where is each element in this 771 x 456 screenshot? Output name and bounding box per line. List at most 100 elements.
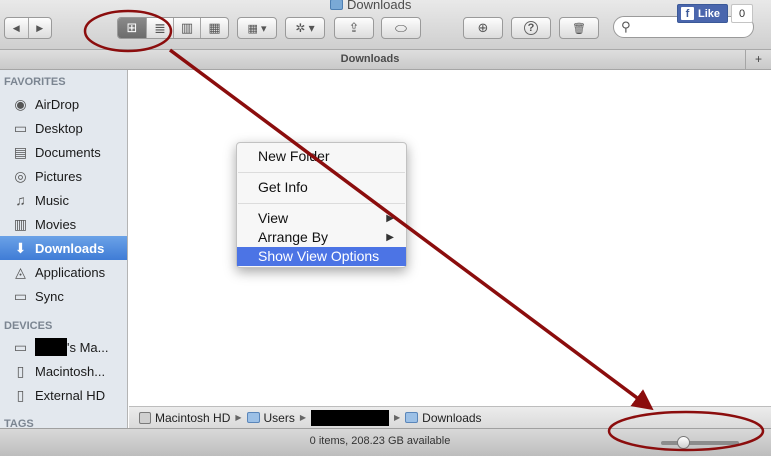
sidebar-item-label: Movies bbox=[35, 216, 77, 232]
facebook-like-label: Like bbox=[698, 7, 721, 20]
folder-icon bbox=[246, 412, 260, 423]
forward-button[interactable]: ▶ bbox=[29, 18, 52, 38]
movies-icon: ▥ bbox=[13, 215, 28, 232]
external-drive-icon: ▯ bbox=[16, 386, 25, 403]
sidebar-item-label: Pictures bbox=[35, 168, 82, 184]
path-segment-user-home[interactable] bbox=[311, 409, 390, 426]
sidebar-item-pictures[interactable]: ◎ Pictures bbox=[0, 164, 127, 188]
sidebar-item-desktop[interactable]: ▭ Desktop bbox=[0, 116, 127, 140]
tags-button[interactable]: ⬭ bbox=[381, 17, 421, 39]
back-arrow-icon: ◀ bbox=[12, 22, 20, 33]
folder-icon: ▭ bbox=[13, 287, 28, 304]
cover-flow-button[interactable]: ▦ bbox=[201, 18, 228, 38]
path-segment-downloads[interactable]: Downloads bbox=[405, 410, 482, 425]
sidebar-item-airdrop[interactable]: ◉ AirDrop bbox=[0, 92, 127, 116]
share-button[interactable]: ⇪ bbox=[334, 17, 374, 39]
plus-icon: + bbox=[754, 52, 762, 66]
back-forward-control: ◀ ▶ bbox=[4, 17, 52, 39]
sidebar-item-movies[interactable]: ▥ Movies bbox=[0, 212, 127, 236]
hard-drive-icon bbox=[139, 411, 151, 424]
columns-icon: ▥ bbox=[180, 20, 194, 35]
hard-drive-icon: ▯ bbox=[16, 362, 25, 379]
sidebar-item-label: Desktop bbox=[35, 120, 83, 136]
menu-item-view[interactable]: View ▶ bbox=[237, 209, 406, 228]
path-separator-icon: ▶ bbox=[235, 413, 242, 422]
action-button[interactable]: ✲ ▾ bbox=[285, 17, 325, 39]
icon-grid-icon: ⊞ bbox=[126, 20, 138, 35]
sidebar-item-label: Downloads bbox=[35, 240, 105, 256]
menu-item-arrange-by[interactable]: Arrange By ▶ bbox=[237, 228, 406, 247]
applications-icon: ◬ bbox=[15, 263, 26, 280]
device-name: 's Ma... bbox=[35, 338, 109, 356]
devices-heading: DEVICES bbox=[4, 320, 53, 332]
path-segment-label: Macintosh HD bbox=[155, 410, 231, 425]
arrange-button[interactable]: ▦ ▾ bbox=[237, 17, 277, 39]
facebook-like-button[interactable]: f Like bbox=[677, 4, 728, 23]
sidebar-item-label: AirDrop bbox=[35, 96, 80, 112]
toolbar: Downloads ◀ ▶ ⊞ ≣ ▥ ▦ ▦ ▾ ✲ ▾ ⇪ ⬭ ⊕ ? 🗑 … bbox=[0, 0, 771, 50]
submenu-arrow-icon: ▶ bbox=[386, 213, 394, 224]
path-segment-users[interactable]: Users bbox=[246, 411, 295, 425]
new-tab-button[interactable]: + bbox=[745, 50, 771, 69]
downloads-folder-icon bbox=[405, 412, 419, 423]
favorites-heading: FAVORITES bbox=[4, 76, 66, 88]
list-view-button[interactable]: ≣ bbox=[147, 18, 174, 38]
file-browser-content[interactable] bbox=[129, 71, 771, 406]
redacted-block bbox=[35, 338, 67, 356]
documents-icon: ▤ bbox=[13, 143, 28, 160]
icon-size-slider[interactable] bbox=[661, 436, 739, 449]
sidebar-item-downloads[interactable]: ⬇ Downloads bbox=[0, 236, 127, 260]
facebook-icon: f bbox=[681, 7, 694, 20]
sidebar-item-macintosh-hd[interactable]: ▯ Macintosh... bbox=[0, 359, 127, 383]
path-segment-macintosh-hd[interactable]: Macintosh HD bbox=[139, 411, 230, 425]
sidebar-item-applications[interactable]: ◬ Applications bbox=[0, 260, 127, 284]
menu-item-show-view-options[interactable]: Show View Options bbox=[237, 247, 406, 266]
menu-item-label: Show View Options bbox=[258, 248, 380, 264]
back-button[interactable]: ◀ bbox=[5, 18, 29, 38]
status-bar: 0 items, 208.23 GB available bbox=[0, 428, 771, 456]
finder-window: Downloads ◀ ▶ ⊞ ≣ ▥ ▦ ▦ ▾ ✲ ▾ ⇪ ⬭ ⊕ ? 🗑 … bbox=[0, 0, 771, 456]
sidebar-item-label: Applications bbox=[35, 264, 106, 280]
tag-icon: ⬭ bbox=[395, 19, 407, 36]
gear-icon: ✲ ▾ bbox=[295, 21, 315, 35]
music-icon: ♫ bbox=[15, 192, 26, 208]
menu-item-label: Arrange By bbox=[258, 229, 329, 245]
sidebar-item-label: Documents bbox=[35, 144, 101, 160]
menu-separator bbox=[238, 172, 405, 173]
path-separator-icon: ▶ bbox=[394, 413, 401, 422]
redacted-block bbox=[311, 409, 390, 426]
folder-title: Downloads bbox=[340, 53, 400, 65]
sidebar-item-music[interactable]: ♫ Music bbox=[0, 188, 127, 212]
pictures-icon: ◎ bbox=[14, 167, 27, 184]
slider-handle[interactable] bbox=[677, 436, 691, 449]
window-title: Downloads bbox=[330, 0, 411, 12]
tab-bar: Downloads + bbox=[0, 50, 771, 70]
new-folder-icon: ⊕ bbox=[477, 20, 489, 35]
sidebar-item-documents[interactable]: ▤ Documents bbox=[0, 140, 127, 164]
airdrop-icon: ◉ bbox=[14, 95, 27, 112]
downloads-icon: ⬇ bbox=[14, 239, 27, 256]
path-separator-icon: ▶ bbox=[299, 413, 307, 422]
trash-icon: 🗑 bbox=[572, 22, 586, 35]
sidebar-item-external-hd[interactable]: ▯ External HD bbox=[0, 383, 127, 407]
sidebar-item-label: Macintosh... bbox=[35, 363, 106, 379]
get-info-button[interactable]: ? bbox=[511, 17, 551, 39]
new-folder-button[interactable]: ⊕ bbox=[463, 17, 503, 39]
sidebar-item-label: External HD bbox=[35, 387, 106, 403]
column-view-button[interactable]: ▥ bbox=[174, 18, 201, 38]
sidebar-item-label: 's Ma... bbox=[67, 339, 109, 355]
sidebar-item-mac[interactable]: ▭ 's Ma... bbox=[0, 335, 127, 359]
sidebar-item-label: Sync bbox=[35, 288, 64, 304]
icon-view-button[interactable]: ⊞ bbox=[118, 18, 147, 38]
sidebar-item-sync[interactable]: ▭ Sync bbox=[0, 284, 127, 308]
menu-item-get-info[interactable]: Get Info bbox=[237, 178, 406, 197]
view-mode-control: ⊞ ≣ ▥ ▦ bbox=[117, 17, 229, 39]
facebook-like-count: 0 bbox=[731, 4, 753, 23]
menu-item-new-folder[interactable]: New Folder bbox=[237, 147, 406, 166]
path-segment-label: Downloads bbox=[422, 410, 482, 425]
info-icon: ? bbox=[524, 21, 538, 35]
context-menu: New Folder Get Info View ▶ Arrange By ▶ … bbox=[236, 142, 407, 268]
downloads-folder-icon bbox=[330, 0, 343, 10]
path-bar: Macintosh HD ▶ Users ▶ ▶ Downloads bbox=[129, 406, 771, 428]
trash-button[interactable]: 🗑 bbox=[559, 17, 599, 39]
